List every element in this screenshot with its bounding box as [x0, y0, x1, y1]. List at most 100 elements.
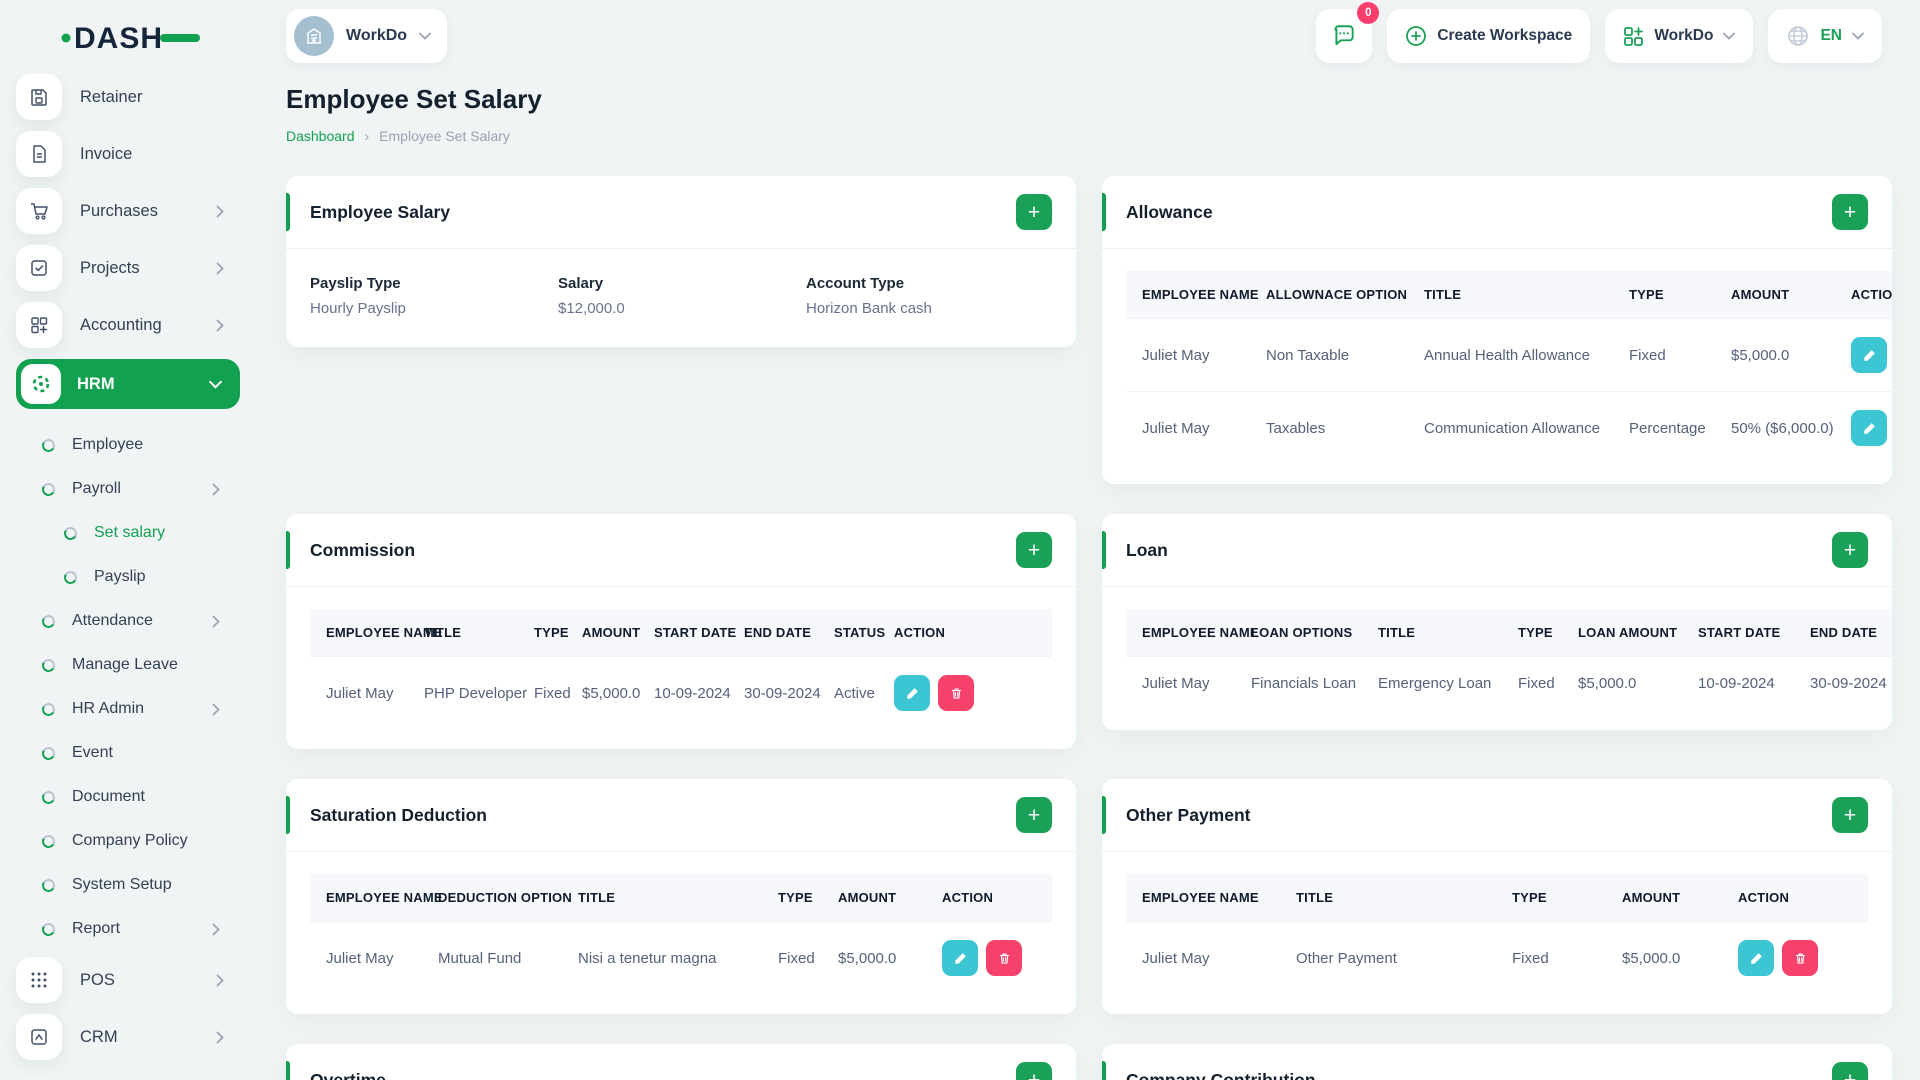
brand-logo[interactable]: DASH: [60, 18, 202, 63]
field-payslip-type: Payslip Type Hourly Payslip: [310, 275, 558, 317]
workspace-selector[interactable]: WorkDo: [286, 9, 448, 63]
accent-bar: [1102, 1061, 1106, 1080]
sidebar-item-payroll[interactable]: Payroll: [0, 467, 256, 511]
sidebar-item-projects[interactable]: Projects: [16, 245, 256, 291]
card-header: Allowance +: [1102, 176, 1892, 249]
sidebar-item-event[interactable]: Event: [0, 731, 256, 775]
cell-option: Non Taxable: [1256, 318, 1414, 392]
sidebar-item-label: Retainer: [80, 87, 143, 106]
edit-button[interactable]: [1738, 940, 1774, 976]
cell-option: Mutual Fund: [428, 921, 568, 994]
chevron-right-icon: [216, 205, 224, 217]
saturation-deduction-table-wrap: EMPLOYEE NAME DEDUCTION OPTION TITLE TYP…: [310, 874, 1052, 994]
other-payment-table-wrap: EMPLOYEE NAME TITLE TYPE AMOUNT ACTION J…: [1126, 874, 1868, 994]
loan-table-wrap: EMPLOYEE NAME LOAN OPTIONS TITLE TYPE LO…: [1126, 609, 1892, 710]
chevron-right-icon: [212, 483, 220, 495]
sidebar-item-label: POS: [80, 970, 115, 989]
delete-button[interactable]: [938, 675, 974, 711]
sidebar-item-purchases[interactable]: Purchases: [16, 188, 256, 234]
cell-status: Active: [824, 656, 884, 729]
sidebar-item-company-policy[interactable]: Company Policy: [0, 819, 256, 863]
bullet-ring-icon: [40, 789, 57, 805]
cell-title: Other Payment: [1286, 921, 1502, 994]
delete-button[interactable]: [1782, 940, 1818, 976]
column-header: ACTION: [1728, 874, 1868, 922]
plus-circle-icon: [1406, 26, 1427, 46]
chevron-right-icon: [216, 1031, 224, 1043]
cell-amount: $5,000.0: [572, 656, 644, 729]
add-other-payment-button[interactable]: +: [1832, 797, 1868, 833]
add-employee-salary-button[interactable]: +: [1016, 194, 1052, 230]
sidebar-item-attendance[interactable]: Attendance: [0, 599, 256, 643]
create-workspace-button[interactable]: Create Workspace: [1387, 9, 1591, 63]
cell-type: Percentage: [1619, 391, 1721, 464]
add-allowance-button[interactable]: +: [1832, 194, 1868, 230]
dots-grid-icon: [16, 957, 62, 1003]
column-header: END DATE: [1800, 609, 1892, 657]
edit-button[interactable]: [894, 675, 930, 711]
language-selector[interactable]: EN: [1768, 9, 1882, 63]
sidebar-item-hr-admin[interactable]: HR Admin: [0, 687, 256, 731]
add-saturation-deduction-button[interactable]: +: [1016, 797, 1052, 833]
add-commission-button[interactable]: +: [1016, 532, 1052, 568]
column-header: AMOUNT: [1612, 874, 1728, 922]
chevron-right-icon: [216, 974, 224, 986]
crm-icon: [16, 1014, 62, 1060]
cell-end-date: 30-09-2024: [734, 656, 824, 729]
sidebar-item-label: Projects: [80, 258, 140, 277]
add-overtime-button[interactable]: +: [1016, 1062, 1052, 1080]
table-row: Juliet May Other Payment Fixed $5,000.0: [1126, 921, 1868, 994]
messages-button[interactable]: 0: [1316, 2, 1380, 63]
bullet-ring-icon: [40, 877, 57, 893]
grid-plus-icon: [16, 302, 62, 348]
column-header: LOAN OPTIONS: [1241, 609, 1368, 657]
other-payment-card: Other Payment + EMPLOYEE NAME TITLE TYPE…: [1102, 779, 1892, 1014]
sidebar-item-invoice[interactable]: Invoice: [16, 131, 256, 177]
sidebar-item-hrm[interactable]: HRM: [16, 359, 240, 409]
sidebar-item-retainer[interactable]: Retainer: [16, 74, 256, 120]
field-value: Hourly Payslip: [310, 300, 406, 317]
sidebar-item-manage-leave[interactable]: Manage Leave: [0, 643, 256, 687]
field-value: $12,000.0: [558, 300, 625, 317]
sidebar-item-set-salary[interactable]: Set salary: [0, 511, 256, 555]
sidebar-item-crm[interactable]: CRM: [16, 1014, 256, 1060]
edit-button[interactable]: [942, 940, 978, 976]
sidebar-item-employee[interactable]: Employee: [0, 423, 256, 467]
breadcrumb-dashboard-link[interactable]: Dashboard: [286, 128, 355, 144]
sidebar-item-pos[interactable]: POS: [16, 957, 256, 1003]
card-title: Other Payment: [1126, 804, 1251, 825]
edit-button[interactable]: [1851, 337, 1887, 373]
column-header: TYPE: [1502, 874, 1612, 922]
chevron-down-icon: [209, 380, 222, 389]
sub-item-label: Company Policy: [72, 832, 188, 849]
chevron-right-icon: [212, 923, 220, 935]
column-header: ACTION: [884, 609, 1052, 657]
sidebar-item-payslip[interactable]: Payslip: [0, 555, 256, 599]
cell-option: Financials Loan: [1241, 656, 1368, 710]
sidebar-item-document[interactable]: Document: [0, 775, 256, 819]
sub-item-label: Attendance: [72, 612, 153, 629]
sidebar-item-accounting[interactable]: Accounting: [16, 302, 256, 348]
sidebar-item-system-setup[interactable]: System Setup: [0, 863, 256, 907]
pencil-icon: [1863, 349, 1875, 361]
page-title: Employee Set Salary: [286, 84, 542, 114]
cell-amount: $5,000.0: [828, 921, 932, 994]
cell-employee: Juliet May: [1126, 391, 1256, 464]
edit-button[interactable]: [1851, 410, 1887, 446]
column-header: AMOUNT: [828, 874, 932, 922]
allowance-table: EMPLOYEE NAME ALLOWNACE OPTION TITLE TYP…: [1126, 271, 1892, 464]
hrm-icon: [21, 364, 61, 404]
bullet-ring-icon: [40, 437, 57, 453]
add-company-contribution-button[interactable]: +: [1832, 1062, 1868, 1080]
column-header: DEDUCTION OPTION: [428, 874, 572, 922]
card-header: Saturation Deduction +: [286, 779, 1076, 852]
field-label: Salary: [558, 275, 604, 292]
add-loan-button[interactable]: +: [1832, 532, 1868, 568]
bullet-ring-icon: [40, 701, 57, 717]
workspace-menu-button[interactable]: WorkDo: [1605, 9, 1754, 63]
sidebar-item-report[interactable]: Report: [0, 907, 256, 951]
card-title: Employee Salary: [310, 201, 451, 222]
delete-button[interactable]: [986, 940, 1022, 976]
workspace-name: WorkDo: [346, 27, 408, 44]
cards-grid: Employee Salary + Payslip Type Hourly Pa…: [286, 176, 1892, 1080]
